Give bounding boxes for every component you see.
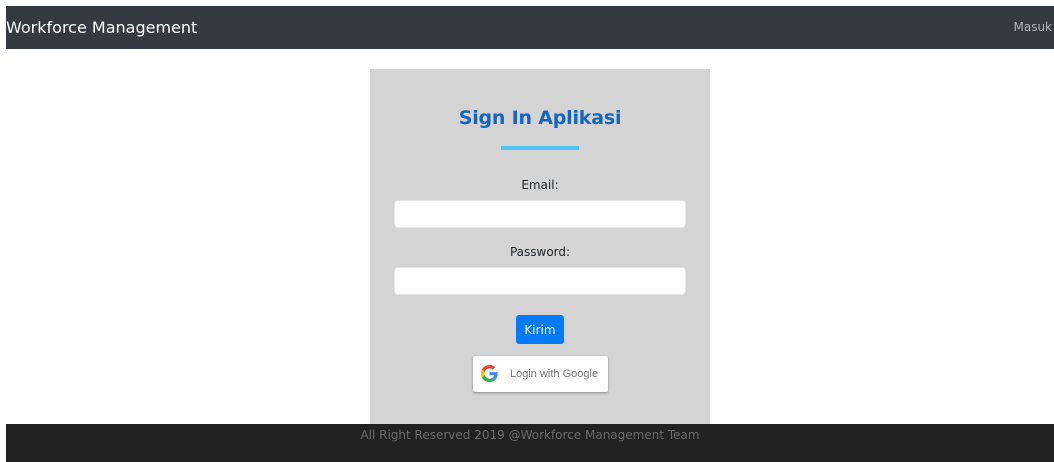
title-underline bbox=[501, 146, 579, 150]
google-login-button[interactable]: Login with Google bbox=[473, 356, 608, 392]
submit-button[interactable]: Kirim bbox=[516, 315, 564, 344]
email-input[interactable] bbox=[394, 200, 686, 228]
footer: All Right Reserved 2019 @Workforce Manag… bbox=[6, 424, 1054, 462]
password-label: Password: bbox=[509, 245, 571, 259]
page: Workforce Management Masuk Sign In Aplik… bbox=[0, 0, 1054, 462]
google-login-label: Login with Google bbox=[510, 368, 599, 380]
login-card: Sign In Aplikasi Email: Password: Kirim … bbox=[370, 69, 710, 424]
nav-link-masuk[interactable]: Masuk bbox=[1013, 6, 1052, 49]
password-input[interactable] bbox=[394, 267, 686, 295]
top-navbar: Workforce Management Masuk bbox=[6, 6, 1054, 49]
email-label: Email: bbox=[521, 178, 559, 192]
login-title: Sign In Aplikasi bbox=[458, 107, 622, 129]
footer-text: All Right Reserved 2019 @Workforce Manag… bbox=[360, 428, 700, 442]
navbar-brand[interactable]: Workforce Management bbox=[6, 6, 197, 49]
google-g-icon bbox=[481, 365, 498, 382]
